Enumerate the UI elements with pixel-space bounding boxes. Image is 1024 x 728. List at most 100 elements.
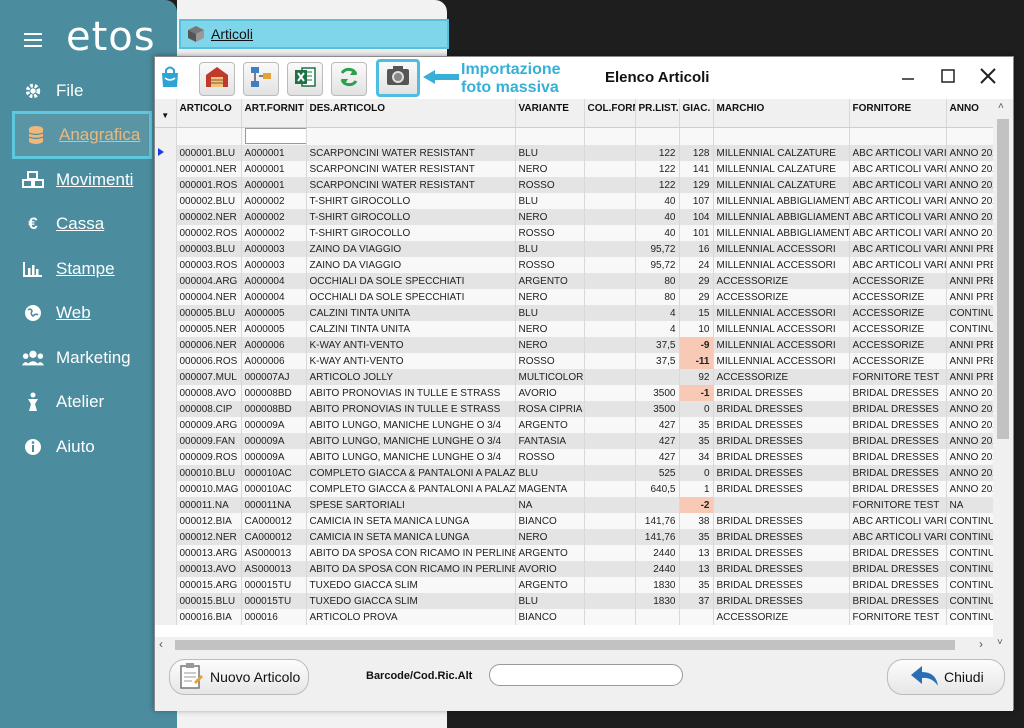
row-selector[interactable] xyxy=(155,225,177,241)
row-selector-header[interactable]: ▼ xyxy=(155,99,177,128)
sidebar-item-file[interactable]: File xyxy=(12,69,152,113)
table-cell[interactable]: 000010.MAG xyxy=(176,481,242,497)
table-cell[interactable]: ACCESSORIZE xyxy=(849,321,947,337)
table-cell[interactable]: 000009.ROS xyxy=(176,449,242,465)
table-cell[interactable]: ABC ARTICOLI VARI xyxy=(849,225,947,241)
table-row[interactable]: 000007.MUL 000007AJ ARTICOLO JOLLY MULTICOL… xyxy=(155,369,993,385)
table-cell[interactable] xyxy=(584,161,636,177)
table-cell[interactable]: ANNI PRE xyxy=(946,353,993,369)
table-cell[interactable]: ABC ARTICOLI VARI xyxy=(849,177,947,193)
table-cell[interactable]: CALZINI TINTA UNITA xyxy=(306,305,516,321)
table-cell[interactable]: ANNO 202 xyxy=(946,385,993,401)
table-cell[interactable]: 122 xyxy=(635,177,680,193)
column-header-col-forn[interactable]: COL.FORN xyxy=(584,99,636,128)
table-cell[interactable]: 000004.NER xyxy=(176,289,242,305)
table-cell[interactable]: A000005 xyxy=(241,321,307,337)
table-cell[interactable]: 640,5 xyxy=(635,481,680,497)
table-cell[interactable] xyxy=(584,273,636,289)
table-row[interactable]: 000013.AVO AS000013 ABITO DA SPOSA CON RIC… xyxy=(155,561,993,577)
table-cell[interactable]: BRIDAL DRESSES xyxy=(849,465,947,481)
table-cell[interactable]: BLU xyxy=(515,305,585,321)
table-cell[interactable]: 000009A xyxy=(241,417,307,433)
sidebar-item-movimenti[interactable]: Movimenti xyxy=(12,158,152,202)
table-cell[interactable]: 141,76 xyxy=(635,529,680,545)
column-header-giac[interactable]: GIAC. xyxy=(679,99,714,128)
table-row[interactable]: 000002.BLU A000002 T-SHIRT GIROCOLLO BLU 40 1… xyxy=(155,193,993,209)
column-header-pr-list[interactable]: PR.LIST. xyxy=(635,99,680,128)
table-cell[interactable]: ANNO 202 xyxy=(946,401,993,417)
table-cell[interactable]: 104 xyxy=(679,209,714,225)
table-cell[interactable]: 40 xyxy=(635,225,680,241)
table-cell[interactable]: 2440 xyxy=(635,561,680,577)
table-cell[interactable]: 35 xyxy=(679,433,714,449)
table-cell[interactable]: MILLENNIAL CALZATURE xyxy=(713,145,850,161)
table-cell[interactable] xyxy=(584,257,636,273)
table-cell[interactable]: ABC ARTICOLI VARI xyxy=(849,529,947,545)
table-cell[interactable]: 4 xyxy=(635,305,680,321)
table-row[interactable]: 000010.MAG 000010AC COMPLETO GIACCA & PANT… xyxy=(155,481,993,497)
table-cell[interactable]: ABC ARTICOLI VARI xyxy=(849,145,947,161)
table-cell[interactable]: ANNI PRE xyxy=(946,337,993,353)
table-cell[interactable]: MILLENNIAL ACCESSORI xyxy=(713,337,850,353)
table-cell[interactable]: -9 xyxy=(679,337,714,353)
table-cell[interactable]: NA xyxy=(515,497,585,513)
table-cell[interactable]: CONTINU xyxy=(946,577,993,593)
table-row[interactable]: 000012.NER CA000012 CAMICIA IN SETA MANICA… xyxy=(155,529,993,545)
column-header-fornitore[interactable]: FORNITORE xyxy=(849,99,947,128)
table-cell[interactable] xyxy=(584,209,636,225)
table-cell[interactable] xyxy=(584,177,636,193)
row-selector[interactable] xyxy=(155,529,177,545)
row-selector[interactable] xyxy=(155,401,177,417)
table-cell[interactable] xyxy=(584,321,636,337)
table-cell[interactable]: 000011.NA xyxy=(176,497,242,513)
table-cell[interactable]: 101 xyxy=(679,225,714,241)
scroll-up-icon[interactable]: ˄ xyxy=(998,101,1004,112)
table-cell[interactable]: ROSSO xyxy=(515,449,585,465)
table-cell[interactable]: CA000012 xyxy=(241,529,307,545)
table-cell[interactable]: MULTICOLOR xyxy=(515,369,585,385)
table-cell[interactable]: 37,5 xyxy=(635,353,680,369)
filter-variante[interactable] xyxy=(515,127,585,145)
table-cell[interactable]: CALZINI TINTA UNITA xyxy=(306,321,516,337)
table-cell[interactable]: 37,5 xyxy=(635,337,680,353)
table-row[interactable]: 000001.NER A000001 SCARPONCINI WATER RESIS… xyxy=(155,161,993,177)
scroll-left-icon[interactable]: ‹ xyxy=(159,637,163,651)
filter-pr-list[interactable] xyxy=(635,127,680,145)
table-cell[interactable]: BRIDAL DRESSES xyxy=(713,593,850,609)
table-cell[interactable]: CONTINU xyxy=(946,529,993,545)
table-cell[interactable]: A000001 xyxy=(241,145,307,161)
table-cell[interactable]: ANNI PRE xyxy=(946,257,993,273)
table-cell[interactable]: A000002 xyxy=(241,193,307,209)
table-row[interactable]: 000010.BLU 000010AC COMPLETO GIACCA & PANT… xyxy=(155,465,993,481)
table-row[interactable]: 000006.ROS A000006 K-WAY ANTI-VENTO ROSSO 37… xyxy=(155,353,993,369)
table-cell[interactable]: 122 xyxy=(635,145,680,161)
table-cell[interactable] xyxy=(584,593,636,609)
table-cell[interactable]: ANNO 202 xyxy=(946,449,993,465)
table-cell[interactable]: A000004 xyxy=(241,289,307,305)
table-cell[interactable]: ACCESSORIZE xyxy=(849,337,947,353)
table-cell[interactable]: 000010AC xyxy=(241,481,307,497)
table-cell[interactable]: AVORIO xyxy=(515,385,585,401)
row-selector[interactable] xyxy=(155,465,177,481)
hamburger-menu-icon[interactable] xyxy=(24,33,42,47)
table-cell[interactable]: -1 xyxy=(679,385,714,401)
row-selector[interactable] xyxy=(155,273,177,289)
table-cell[interactable]: 4 xyxy=(635,321,680,337)
row-selector[interactable] xyxy=(155,577,177,593)
table-cell[interactable]: 525 xyxy=(635,465,680,481)
table-cell[interactable]: ANNO 202 xyxy=(946,177,993,193)
table-cell[interactable]: 10 xyxy=(679,321,714,337)
table-row[interactable]: 000005.BLU A000005 CALZINI TINTA UNITA BLU 4… xyxy=(155,305,993,321)
table-cell[interactable] xyxy=(584,561,636,577)
table-cell[interactable]: ABC ARTICOLI VARI xyxy=(849,513,947,529)
table-cell[interactable]: A000002 xyxy=(241,225,307,241)
table-cell[interactable]: ROSA CIPRIA xyxy=(515,401,585,417)
table-cell[interactable]: ACCESSORIZE xyxy=(849,305,947,321)
table-cell[interactable]: 000002.NER xyxy=(176,209,242,225)
table-cell[interactable] xyxy=(584,337,636,353)
table-cell[interactable]: ACCESSORIZE xyxy=(849,289,947,305)
table-cell[interactable]: 37 xyxy=(679,593,714,609)
table-cell[interactable]: 000002.BLU xyxy=(176,193,242,209)
row-selector[interactable] xyxy=(155,161,177,177)
table-cell[interactable]: T-SHIRT GIROCOLLO xyxy=(306,209,516,225)
